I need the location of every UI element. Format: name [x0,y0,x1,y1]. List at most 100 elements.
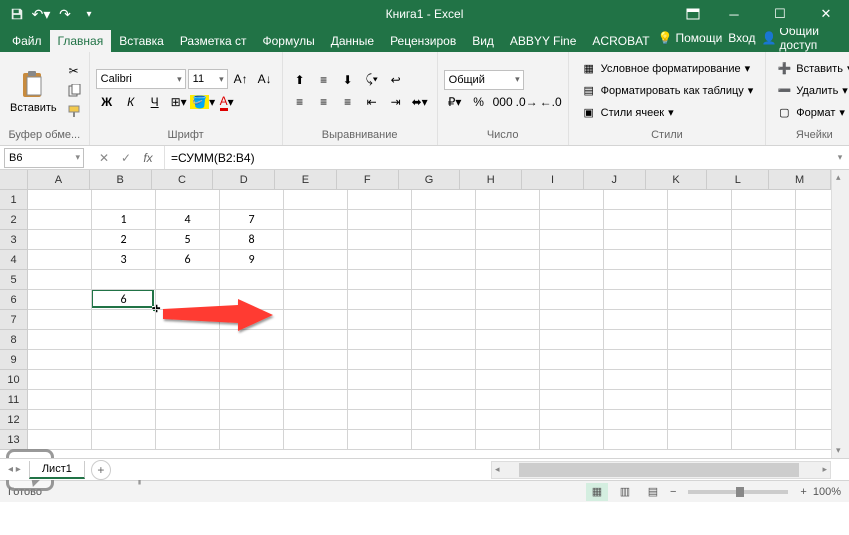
cell[interactable] [348,290,412,310]
cancel-formula-icon[interactable]: ✕ [94,151,114,165]
tab-home[interactable]: Главная [50,30,112,52]
sheet-nav-icon[interactable]: ◂ ▸ [0,464,29,475]
cell[interactable] [668,290,732,310]
cell[interactable] [220,390,284,410]
cell[interactable] [284,270,348,290]
cell[interactable] [412,270,476,290]
cell[interactable] [540,430,604,450]
cell[interactable] [668,270,732,290]
cell[interactable] [604,290,668,310]
row-header[interactable]: 8 [0,330,28,350]
cell[interactable] [220,310,284,330]
cell[interactable] [28,290,92,310]
cell[interactable] [668,330,732,350]
cell[interactable] [412,430,476,450]
col-header[interactable]: I [522,170,584,190]
zoom-in-button[interactable]: + [800,486,806,498]
col-header[interactable]: D [213,170,275,190]
cell[interactable] [476,410,540,430]
col-header[interactable]: G [399,170,461,190]
increase-decimal-icon[interactable]: .0→ [516,92,538,112]
cell[interactable]: 7 [220,210,284,230]
copy-icon[interactable] [65,83,83,99]
decrease-decimal-icon[interactable]: ←.0 [540,92,562,112]
cell[interactable] [604,370,668,390]
cell[interactable] [156,430,220,450]
cell[interactable] [92,430,156,450]
cell[interactable] [284,370,348,390]
align-bottom-icon[interactable]: ⬇ [337,70,359,90]
cell[interactable] [732,350,796,370]
cell[interactable] [156,290,220,310]
cell[interactable] [732,270,796,290]
cell[interactable] [284,230,348,250]
align-center-icon[interactable]: ≡ [313,92,335,112]
number-format-combo[interactable]: Общий [444,70,524,90]
format-painter-icon[interactable] [65,103,83,119]
select-all-corner[interactable] [0,170,28,190]
row-header[interactable]: 10 [0,370,28,390]
align-right-icon[interactable]: ≡ [337,92,359,112]
format-cells-button[interactable]: ▢Формат ▾ [772,103,849,123]
col-header[interactable]: B [90,170,152,190]
cell[interactable] [220,350,284,370]
cell[interactable] [284,390,348,410]
sign-in[interactable]: Вход [728,31,755,45]
horizontal-scrollbar[interactable]: ◂▸ [491,461,831,479]
cell[interactable] [284,350,348,370]
underline-button[interactable]: Ч [144,92,166,112]
decrease-indent-icon[interactable]: ⇤ [361,92,383,112]
cell[interactable] [220,430,284,450]
cell[interactable] [156,370,220,390]
cell[interactable] [284,430,348,450]
cell[interactable] [732,390,796,410]
vertical-scrollbar[interactable] [831,170,849,458]
cell[interactable] [348,270,412,290]
borders-icon[interactable]: ⊞▾ [168,92,190,112]
row-header[interactable]: 1 [0,190,28,210]
insert-function-icon[interactable]: fx [138,151,158,165]
cell[interactable] [668,430,732,450]
cell[interactable] [156,390,220,410]
cell[interactable] [604,270,668,290]
cell[interactable] [476,390,540,410]
cell[interactable] [668,410,732,430]
cell[interactable] [28,210,92,230]
spreadsheet-grid[interactable]: ABCDEFGHIJKLM 12345678910111213 ✚ 147258… [0,170,849,458]
cell[interactable] [220,270,284,290]
cell[interactable] [412,230,476,250]
cells-area[interactable]: ✚ 1472583696 [28,190,831,458]
row-header[interactable]: 12 [0,410,28,430]
cell[interactable] [28,330,92,350]
tab-formulas[interactable]: Формулы [255,30,323,52]
orientation-icon[interactable]: ⤹▾ [361,70,383,90]
cell[interactable] [412,190,476,210]
cell[interactable] [28,250,92,270]
cell[interactable] [156,410,220,430]
cell[interactable] [540,310,604,330]
share-button[interactable]: 👤 Общий доступ [761,24,837,52]
tab-insert[interactable]: Вставка [111,30,172,52]
cell[interactable] [476,190,540,210]
cell[interactable] [348,330,412,350]
cell[interactable] [540,270,604,290]
tab-data[interactable]: Данные [323,30,382,52]
cell[interactable] [284,210,348,230]
cell[interactable]: 9 [220,250,284,270]
align-middle-icon[interactable]: ≡ [313,70,335,90]
cell[interactable] [28,410,92,430]
cell[interactable] [604,210,668,230]
cell[interactable] [540,370,604,390]
cell[interactable]: 6 [92,290,156,310]
zoom-out-button[interactable]: − [670,486,676,498]
cell[interactable] [220,190,284,210]
cell[interactable] [604,250,668,270]
cell[interactable] [348,210,412,230]
col-header[interactable]: E [275,170,337,190]
cell[interactable] [28,190,92,210]
tab-acrobat[interactable]: ACROBAT [584,30,657,52]
cell[interactable] [540,250,604,270]
cell[interactable] [412,330,476,350]
zoom-slider[interactable] [688,490,788,494]
tab-file[interactable]: Файл [4,30,50,52]
